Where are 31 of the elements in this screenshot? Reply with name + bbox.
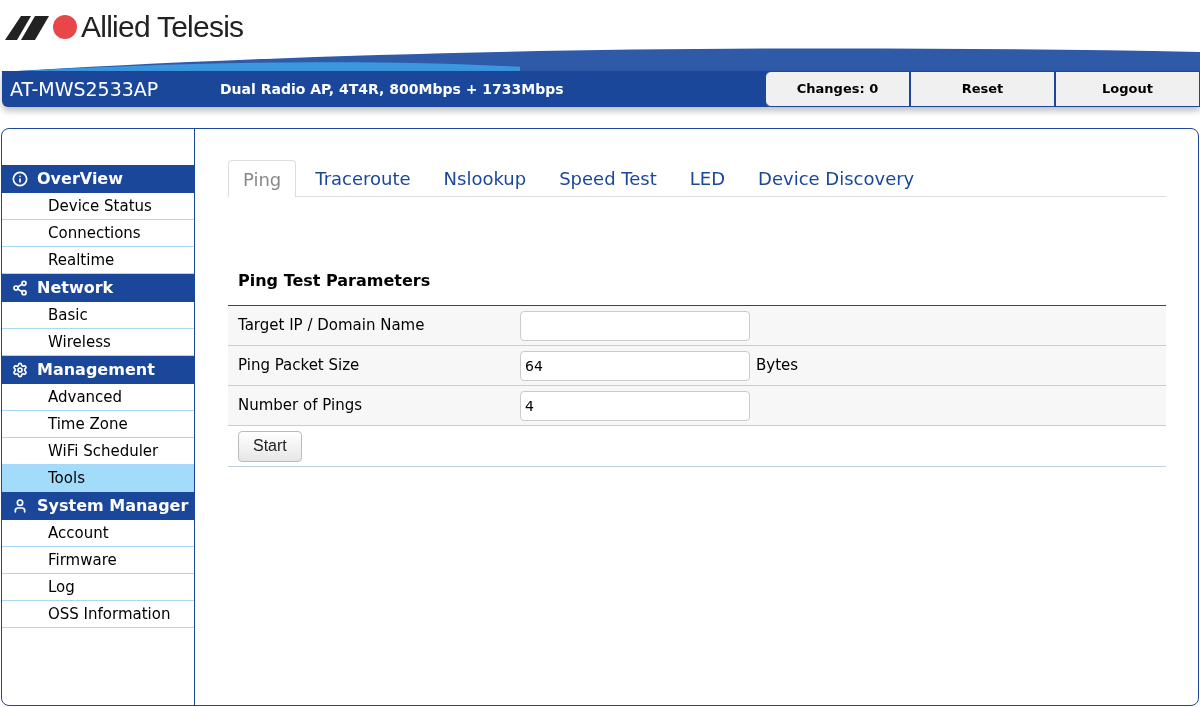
sidebar-section-header[interactable]: OverView [2, 165, 194, 193]
input-field[interactable]: 64 [520, 350, 750, 381]
sidebar-item[interactable]: Tools [2, 465, 194, 492]
user-icon [12, 498, 28, 514]
share-icon [12, 280, 28, 296]
tab[interactable]: Device Discovery [744, 160, 929, 196]
tab[interactable]: Traceroute [301, 160, 425, 196]
logo-icon [5, 12, 77, 42]
sidebar-section-header[interactable]: System Manager [2, 492, 194, 520]
model-name: AT-MWS2533AP [10, 76, 160, 102]
field-label: Ping Packet Size [238, 355, 361, 377]
input-field[interactable] [520, 310, 750, 341]
start-button[interactable]: Start [238, 430, 302, 462]
input-field[interactable]: 4 [520, 390, 750, 421]
tab[interactable]: Nslookup [429, 160, 541, 196]
header-button[interactable]: Reset [910, 71, 1055, 107]
form-title: Ping Test Parameters [238, 270, 432, 292]
model-description: Dual Radio AP, 4T4R, 800Mbps + 1733Mbps [220, 79, 564, 99]
header-button[interactable]: Logout [1055, 71, 1200, 107]
tab[interactable]: LED [675, 160, 740, 196]
info-icon [12, 171, 28, 187]
tab[interactable]: Speed Test [545, 160, 671, 196]
field-label: Target IP / Domain Name [238, 315, 426, 337]
sidebar-section-header[interactable]: Management [2, 356, 194, 384]
gear-icon [12, 362, 28, 378]
field-label: Number of Pings [238, 395, 363, 417]
sidebar-section-header[interactable]: Network [2, 274, 194, 302]
logo-text: Allied Telesis [81, 12, 244, 42]
header-button[interactable]: Changes: 0 [765, 71, 910, 107]
tab[interactable]: Ping [228, 160, 297, 197]
unit-label: Bytes [756, 355, 799, 377]
